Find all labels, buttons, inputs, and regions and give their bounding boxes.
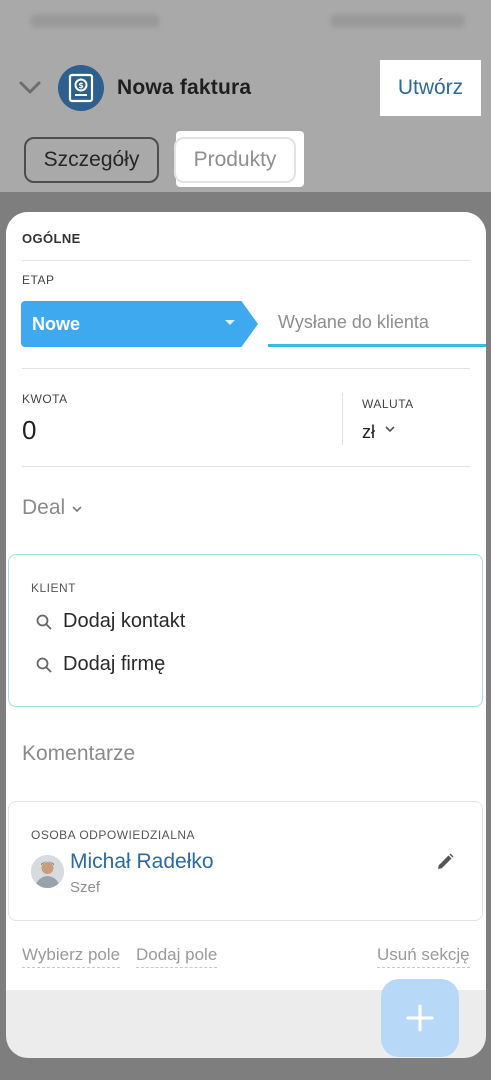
stage-dropdown-icon[interactable] <box>225 320 235 325</box>
chevron-down-icon[interactable] <box>384 425 396 433</box>
section-title: OGÓLNE <box>22 231 81 246</box>
divider <box>22 368 470 369</box>
divider <box>22 260 470 261</box>
select-field-link[interactable]: Wybierz pole <box>22 945 121 968</box>
amount-label: KWOTA <box>22 392 68 406</box>
client-label: KLIENT <box>31 581 77 595</box>
responsible-name[interactable]: Michał Radełko <box>70 850 214 874</box>
status-bar <box>0 10 491 34</box>
add-company-button[interactable]: Dodaj firmę <box>35 653 165 676</box>
divider <box>22 466 470 467</box>
delete-section-link[interactable]: Usuń sekcję <box>377 945 470 968</box>
deal-selector[interactable]: Deal <box>22 496 65 520</box>
page-title: Nowa faktura <box>117 76 252 99</box>
comments-field[interactable]: Komentarze <box>22 742 135 766</box>
stage-active-button[interactable]: Nowe <box>21 301 258 347</box>
svg-text:$: $ <box>78 81 84 90</box>
avatar <box>31 855 64 888</box>
tab-details[interactable]: Szczegóły <box>24 137 159 183</box>
stage-next-button[interactable]: Wysłane do klienta <box>268 301 486 347</box>
invoice-icon: $ <box>58 65 104 111</box>
responsible-label: OSOBA ODPOWIEDZIALNA <box>31 828 196 842</box>
add-button[interactable] <box>381 979 459 1057</box>
client-field: KLIENT Dodaj kontakt Dodaj firmę <box>8 554 483 707</box>
add-company-label: Dodaj firmę <box>63 653 166 675</box>
add-field-link[interactable]: Dodaj pole <box>136 945 218 968</box>
amount-input[interactable]: 0 <box>22 415 36 446</box>
top-bar: $ Nowa faktura Utwórz Szczegóły Produkty <box>0 0 491 192</box>
currency-select[interactable]: zł <box>362 422 375 443</box>
pencil-icon[interactable] <box>435 852 455 872</box>
chevron-down-icon[interactable] <box>18 76 42 100</box>
divider <box>342 393 343 445</box>
form-section: OGÓLNE ETAP Nowe Wysłane do klienta KWOT… <box>6 212 486 990</box>
search-icon <box>36 614 52 630</box>
details-card: OGÓLNE ETAP Nowe Wysłane do klienta KWOT… <box>6 212 486 1058</box>
responsible-person-field: OSOBA ODPOWIEDZIALNA Michał Radełko Szef <box>8 801 483 921</box>
add-contact-button[interactable]: Dodaj kontakt <box>35 610 185 633</box>
chevron-down-icon[interactable] <box>71 505 83 513</box>
create-button[interactable]: Utwórz <box>380 60 481 116</box>
stage-label: ETAP <box>22 273 55 287</box>
search-icon <box>36 657 52 673</box>
plus-icon <box>406 1004 434 1032</box>
currency-label: WALUTA <box>362 397 414 411</box>
responsible-role: Szef <box>70 879 101 896</box>
tab-products[interactable]: Produkty <box>174 137 296 183</box>
add-contact-label: Dodaj kontakt <box>63 610 186 632</box>
